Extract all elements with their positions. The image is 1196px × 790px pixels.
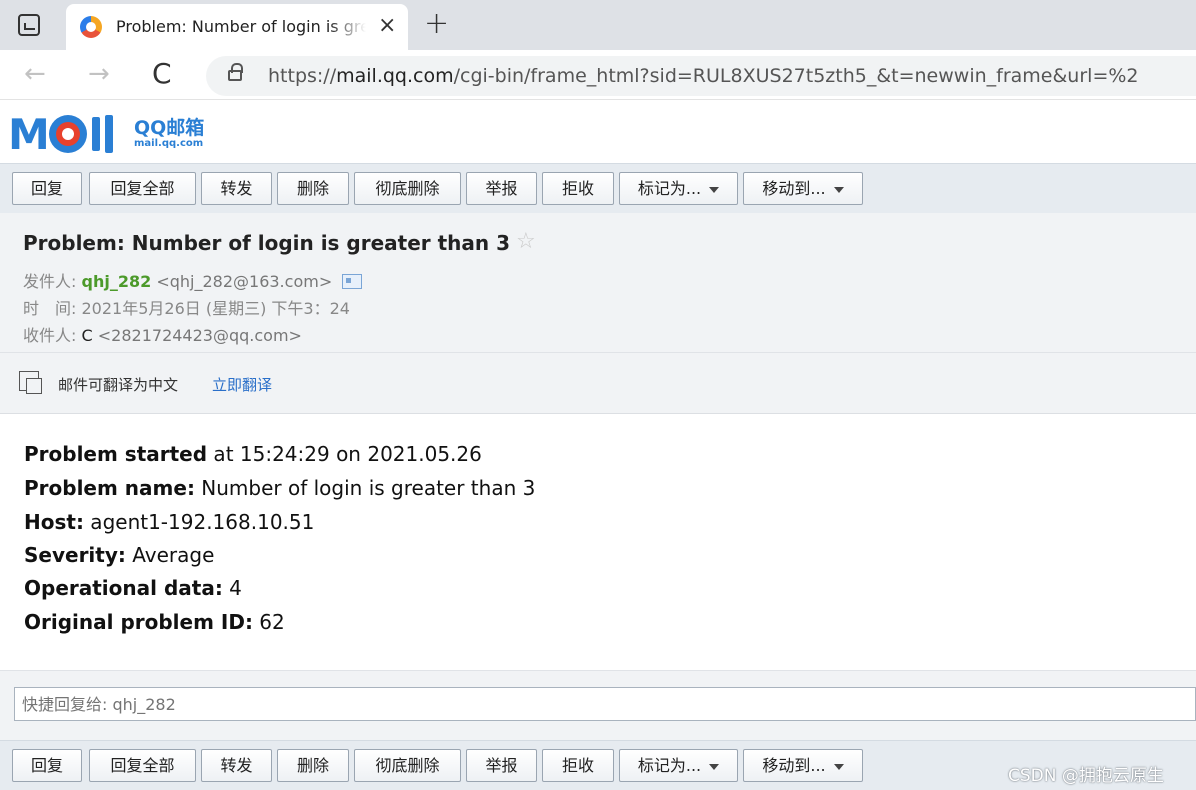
qqmail-favicon-icon [80, 16, 102, 38]
mail-toolbar-top: 回复 回复全部 转发 删除 彻底删除 举报 拒收 标记为... 移动到... [0, 163, 1196, 213]
body-value: at 15:24:29 on 2021.05.26 [207, 442, 482, 466]
browser-tab-bar: Problem: Number of login is greater than… [0, 0, 1196, 50]
url-field[interactable]: https://mail.qq.com/cgi-bin/frame_html?s… [206, 56, 1196, 96]
body-line-problem-started: Problem started at 15:24:29 on 2021.05.2… [24, 442, 482, 466]
lock-icon[interactable] [228, 63, 243, 81]
recipient-name[interactable]: C [82, 326, 93, 345]
move-to-label: 移动到... [762, 756, 826, 775]
browser-address-bar: ← → C https://mail.qq.com/cgi-bin/frame_… [0, 50, 1196, 100]
sender-address: <qhj_282@163.com> [156, 272, 333, 291]
body-key: Operational data: [24, 576, 223, 600]
logo-letter-m: M [8, 109, 50, 159]
star-icon[interactable]: ☆ [516, 229, 536, 254]
body-value: 4 [222, 576, 242, 600]
sender-row: 发件人: qhj_282 <qhj_282@163.com> [23, 268, 363, 292]
quick-reply-zone [0, 670, 1196, 740]
chevron-down-icon [709, 186, 720, 193]
logo-name: QQ邮箱 [134, 117, 205, 139]
csdn-watermark: CSDN @拥抱云原生 [1008, 766, 1164, 786]
body-key: Problem name: [24, 476, 195, 500]
logo-text[interactable]: QQ邮箱 mail.qq.com [134, 118, 204, 150]
body-key: Host: [24, 510, 84, 534]
browser-tab[interactable]: Problem: Number of login is greater than… [66, 4, 408, 50]
forward-button[interactable]: 转发 [201, 749, 272, 782]
reject-sender-button[interactable]: 拒收 [542, 749, 614, 782]
qqmail-logo[interactable]: M [8, 109, 113, 159]
logo-letter-l-icon [104, 115, 113, 153]
translate-now-link[interactable]: 立即翻译 [212, 374, 272, 395]
tab-actions-icon[interactable] [18, 14, 40, 36]
reply-button[interactable]: 回复 [12, 749, 82, 782]
logo-domain: mail.qq.com [134, 138, 204, 149]
body-value: agent1-192.168.10.51 [83, 510, 315, 534]
url-path: /cgi-bin/frame_html?sid=RUL8XUS27t5zth5_… [453, 65, 1139, 87]
move-to-dropdown[interactable]: 移动到... [743, 749, 863, 782]
logo-letter-a-icon [48, 115, 87, 153]
mail-body: Problem started at 15:24:29 on 2021.05.2… [0, 414, 1196, 670]
chevron-down-icon [833, 763, 844, 770]
tab-title: Problem: Number of login is greater than… [116, 17, 366, 36]
body-value: Average [125, 543, 215, 567]
move-to-dropdown[interactable]: 移动到... [743, 172, 863, 205]
url-scheme: https:// [268, 65, 337, 87]
delete-button[interactable]: 删除 [277, 172, 349, 205]
reply-all-button[interactable]: 回复全部 [89, 749, 196, 782]
permanent-delete-button[interactable]: 彻底删除 [354, 172, 461, 205]
mail-subject: Problem: Number of login is greater than… [23, 231, 511, 255]
body-line-problem-name: Problem name: Number of login is greater… [24, 476, 535, 500]
mark-as-label: 标记为... [637, 179, 702, 198]
url-text[interactable]: https://mail.qq.com/cgi-bin/frame_html?s… [268, 65, 1139, 87]
body-value: Number of login is greater than 3 [194, 476, 536, 500]
mark-as-dropdown[interactable]: 标记为... [619, 172, 738, 205]
body-key: Original problem ID: [24, 610, 253, 634]
body-key: Severity: [24, 543, 126, 567]
time-row: 时 间: 2021年5月26日 (星期三) 下午3：24 [23, 295, 350, 319]
reject-sender-button[interactable]: 拒收 [542, 172, 614, 205]
mark-as-label: 标记为... [637, 756, 702, 775]
translate-bar: 邮件可翻译为中文 立即翻译 [0, 353, 1196, 414]
reply-all-button[interactable]: 回复全部 [89, 172, 196, 205]
translate-hint: 邮件可翻译为中文 [58, 376, 179, 394]
reply-button[interactable]: 回复 [12, 172, 82, 205]
move-to-label: 移动到... [762, 179, 826, 198]
permanent-delete-button[interactable]: 彻底删除 [354, 749, 461, 782]
body-line-severity: Severity: Average [24, 543, 214, 567]
url-host: mail.qq.com [336, 65, 454, 87]
body-value: 62 [252, 610, 285, 634]
contact-card-icon[interactable] [342, 274, 363, 289]
chevron-down-icon [709, 763, 720, 770]
mark-as-dropdown[interactable]: 标记为... [619, 749, 738, 782]
recipient-address: <2821724423@qq.com> [97, 326, 302, 345]
forward-button[interactable]: 转发 [201, 172, 272, 205]
mail-info-panel: Problem: Number of login is greater than… [0, 213, 1196, 353]
reload-icon[interactable]: C [152, 57, 172, 90]
back-arrow-icon[interactable]: ← [24, 59, 46, 89]
sender-label: 发件人: [23, 272, 77, 291]
recipient-row: 收件人: C <2821724423@qq.com> [23, 322, 302, 346]
mail-header: M QQ邮箱 mail.qq.com [0, 101, 1196, 163]
time-value: 2021年5月26日 (星期三) 下午3：24 [81, 299, 350, 318]
body-line-host: Host: agent1-192.168.10.51 [24, 510, 314, 534]
body-key: Problem started [24, 442, 208, 466]
translate-icon [19, 371, 42, 394]
report-spam-button[interactable]: 举报 [466, 749, 537, 782]
forward-arrow-icon[interactable]: → [88, 59, 110, 89]
time-label: 时 间: [23, 299, 77, 318]
new-tab-icon[interactable]: + [424, 6, 449, 41]
tab-close-icon[interactable]: × [378, 13, 396, 38]
report-spam-button[interactable]: 举报 [466, 172, 537, 205]
body-line-original-problem-id: Original problem ID: 62 [24, 610, 285, 634]
logo-letter-i-icon [91, 117, 100, 151]
chevron-down-icon [833, 186, 844, 193]
delete-button[interactable]: 删除 [277, 749, 349, 782]
sender-name[interactable]: qhj_282 [82, 272, 152, 291]
quick-reply-input[interactable] [14, 687, 1196, 721]
recipient-label: 收件人: [23, 326, 77, 345]
body-line-operational-data: Operational data: 4 [24, 576, 242, 600]
